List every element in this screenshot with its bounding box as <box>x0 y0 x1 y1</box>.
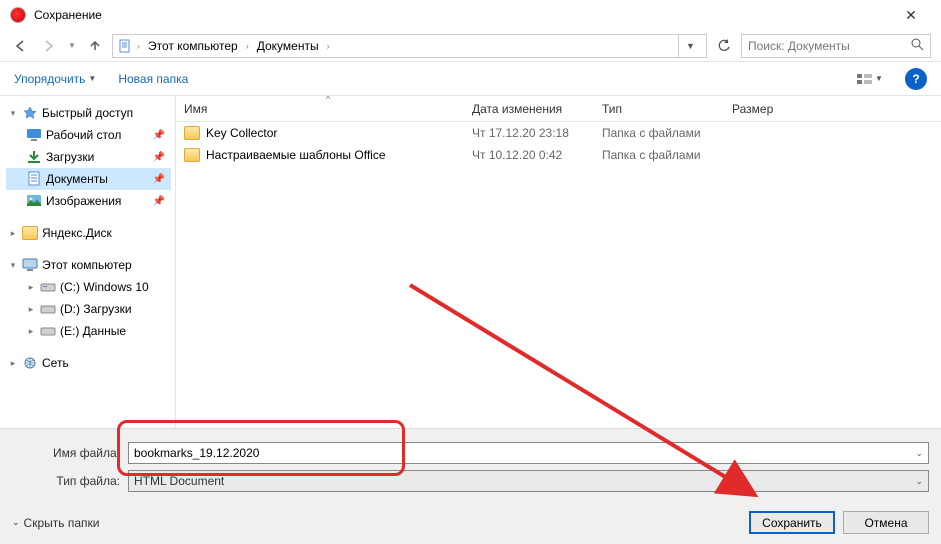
tree-e-drive[interactable]: ▸ (E:) Данные <box>6 320 171 342</box>
forward-button[interactable] <box>38 35 60 57</box>
star-icon <box>22 105 38 121</box>
chevron-right-icon[interactable]: › <box>327 41 330 51</box>
chevron-down-icon: ⌄ <box>12 517 20 528</box>
tree-this-pc[interactable]: ▾ Этот компьютер <box>6 254 171 276</box>
expand-icon[interactable]: ▸ <box>26 282 36 293</box>
folder-icon <box>22 225 38 241</box>
close-button[interactable]: ✕ <box>891 7 931 24</box>
documents-icon <box>26 171 42 187</box>
sort-asc-icon: ^ <box>326 94 330 104</box>
desktop-icon <box>26 127 42 143</box>
address-dropdown[interactable]: ▼ <box>678 35 702 57</box>
titlebar: Сохранение ✕ <box>0 0 941 30</box>
pin-icon: 📌 <box>153 196 171 207</box>
filename-label: Имя файла: <box>12 446 120 460</box>
col-date[interactable]: Дата изменения <box>464 96 594 121</box>
refresh-button[interactable] <box>713 35 735 57</box>
body: ▾ Быстрый доступ Рабочий стол 📌 Загрузки… <box>0 96 941 428</box>
tree-downloads[interactable]: Загрузки 📌 <box>6 146 171 168</box>
back-button[interactable] <box>10 35 32 57</box>
filetype-select[interactable]: HTML Document ⌄ <box>128 470 929 492</box>
col-name[interactable]: Имя <box>176 96 464 121</box>
col-type[interactable]: Тип <box>594 96 724 121</box>
organize-button[interactable]: Упорядочить ▼ <box>14 72 96 86</box>
new-folder-button[interactable]: Новая папка <box>118 72 188 86</box>
view-mode-button[interactable]: ▼ <box>857 68 883 90</box>
breadcrumb-root[interactable]: Этот компьютер <box>144 37 242 55</box>
columns-header: Имя ^ Дата изменения Тип Размер <box>176 96 941 122</box>
pc-icon <box>22 257 38 273</box>
search-icon <box>911 38 924 54</box>
up-button[interactable] <box>84 35 106 57</box>
chevron-down-icon: ▼ <box>88 74 96 83</box>
file-row[interactable]: Настраиваемые шаблоны Office Чт 10.12.20… <box>176 144 941 166</box>
folder-icon <box>184 148 200 162</box>
pin-icon: 📌 <box>153 130 171 141</box>
pictures-icon <box>26 193 42 209</box>
help-button[interactable]: ? <box>905 68 927 90</box>
chevron-down-icon[interactable]: ⌄ <box>909 448 923 459</box>
expand-icon[interactable]: ▾ <box>8 108 18 119</box>
folder-icon <box>184 126 200 140</box>
documents-icon <box>117 38 133 54</box>
tree-c-drive[interactable]: ▸ (C:) Windows 10 <box>6 276 171 298</box>
file-row[interactable]: Key Collector Чт 17.12.20 23:18 Папка с … <box>176 122 941 144</box>
tree-documents[interactable]: Документы 📌 <box>6 168 171 190</box>
navbar: ▼ › Этот компьютер › Документы › ▼ Поиск… <box>0 30 941 62</box>
recent-dropdown[interactable]: ▼ <box>66 35 78 57</box>
search-placeholder: Поиск: Документы <box>748 39 850 53</box>
save-form: Имя файла: bookmarks_19.12.2020 ⌄ Тип фа… <box>0 428 941 503</box>
window-title: Сохранение <box>34 8 102 22</box>
expand-icon[interactable]: ▸ <box>26 304 36 315</box>
search-input[interactable]: Поиск: Документы <box>741 34 931 58</box>
drive-icon <box>40 279 56 295</box>
network-icon <box>22 355 38 371</box>
chevron-down-icon[interactable]: ⌄ <box>909 476 923 487</box>
col-size[interactable]: Размер <box>724 96 941 121</box>
footer: ⌄ Скрыть папки Сохранить Отмена <box>0 503 941 544</box>
drive-icon <box>40 323 56 339</box>
breadcrumb-folder[interactable]: Документы <box>253 37 323 55</box>
save-button[interactable]: Сохранить <box>749 511 835 534</box>
file-list: Имя ^ Дата изменения Тип Размер Key Coll… <box>175 96 941 428</box>
tree-panel: ▾ Быстрый доступ Рабочий стол 📌 Загрузки… <box>0 96 175 428</box>
address-bar[interactable]: › Этот компьютер › Документы › ▼ <box>112 34 707 58</box>
tree-yandex[interactable]: ▸ Яндекс.Диск <box>6 222 171 244</box>
toolbar: Упорядочить ▼ Новая папка ▼ ? <box>0 62 941 96</box>
filetype-label: Тип файла: <box>12 474 120 488</box>
cancel-button[interactable]: Отмена <box>843 511 929 534</box>
drive-icon <box>40 301 56 317</box>
pin-icon: 📌 <box>153 174 171 185</box>
expand-icon[interactable]: ▾ <box>8 260 18 271</box>
tree-desktop[interactable]: Рабочий стол 📌 <box>6 124 171 146</box>
tree-pictures[interactable]: Изображения 📌 <box>6 190 171 212</box>
hide-folders-link[interactable]: ⌄ Скрыть папки <box>12 516 99 530</box>
expand-icon[interactable]: ▸ <box>26 326 36 337</box>
tree-network[interactable]: ▸ Сеть <box>6 352 171 374</box>
downloads-icon <box>26 149 42 165</box>
expand-icon[interactable]: ▸ <box>8 228 18 239</box>
tree-d-drive[interactable]: ▸ (D:) Загрузки <box>6 298 171 320</box>
tree-quick-access[interactable]: ▾ Быстрый доступ <box>6 102 171 124</box>
filename-input[interactable]: bookmarks_19.12.2020 ⌄ <box>128 442 929 464</box>
chevron-right-icon[interactable]: › <box>246 41 249 51</box>
expand-icon[interactable]: ▸ <box>8 358 18 369</box>
pin-icon: 📌 <box>153 152 171 163</box>
chevron-right-icon[interactable]: › <box>137 41 140 51</box>
app-logo-icon <box>10 7 26 23</box>
